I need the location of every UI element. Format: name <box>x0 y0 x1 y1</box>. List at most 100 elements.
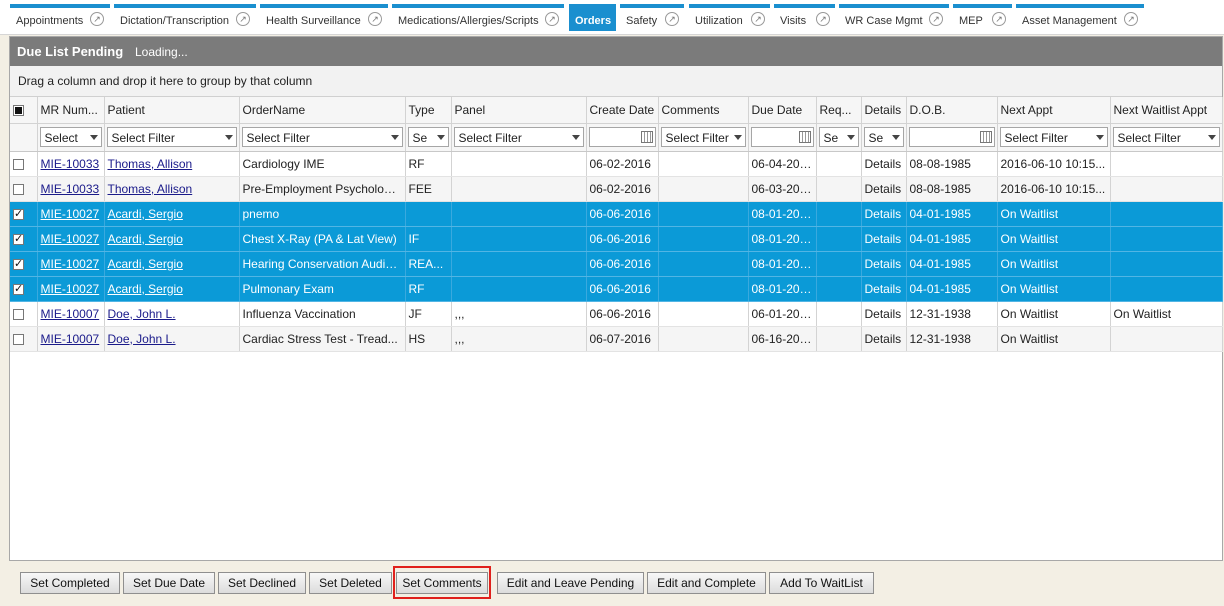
patient-link[interactable]: Acardi, Sergio <box>108 257 183 271</box>
popout-arrow-icon[interactable]: ↗ <box>665 12 679 26</box>
filter-due-date[interactable] <box>750 127 814 147</box>
calendar-icon[interactable] <box>640 131 653 143</box>
edit-leave-pending-button[interactable]: Edit and Leave Pending <box>497 572 644 594</box>
tab-appointments[interactable]: Appointments ↗ <box>10 4 110 31</box>
tab-mep[interactable]: MEP ↗ <box>953 4 1012 31</box>
filter-panel[interactable]: Select Filter <box>453 127 584 147</box>
tab-dictation-transcription[interactable]: Dictation/Transcription ↗ <box>114 4 256 31</box>
filter-create-date[interactable] <box>588 127 656 147</box>
row-checkbox[interactable] <box>13 183 24 195</box>
mr-number-link[interactable]: MIE-10033 <box>41 157 100 171</box>
patient-link[interactable]: Thomas, Allison <box>108 157 193 171</box>
group-drop-zone[interactable]: Drag a column and drop it here to group … <box>10 66 1222 97</box>
popout-arrow-icon[interactable]: ↗ <box>1124 12 1138 26</box>
tab-medications-allergies-scripts[interactable]: Medications/Allergies/Scripts ↗ <box>392 4 564 31</box>
column-header-panel[interactable]: Panel <box>451 97 587 124</box>
calendar-icon[interactable] <box>798 131 811 143</box>
select-all-checkbox[interactable] <box>13 105 24 117</box>
tab-health-surveillance[interactable]: Health Surveillance ↗ <box>260 4 388 31</box>
filter-dob[interactable] <box>908 127 995 147</box>
patient-link[interactable]: Doe, John L. <box>108 307 176 321</box>
add-to-waitlist-button[interactable]: Add To WaitList <box>769 572 874 594</box>
cell-details[interactable]: Details <box>861 276 907 302</box>
patient-link[interactable]: Acardi, Sergio <box>108 282 183 296</box>
mr-number-link[interactable]: MIE-10007 <box>41 332 100 346</box>
filter-mr-num[interactable]: Select <box>39 127 102 147</box>
popout-arrow-icon[interactable]: ↗ <box>236 12 250 26</box>
cell-details[interactable]: Details <box>861 251 907 277</box>
mr-number-link[interactable]: MIE-10027 <box>41 232 100 246</box>
filter-comments[interactable]: Select Filter <box>660 127 746 147</box>
row-checkbox[interactable] <box>13 158 24 170</box>
tab-orders[interactable]: Orders <box>569 4 616 31</box>
row-checkbox[interactable] <box>13 257 24 270</box>
table-row[interactable]: MIE-10027 Acardi, Sergio Hearing Conservat… <box>10 251 1223 277</box>
column-header-type[interactable]: Type <box>405 97 452 124</box>
table-row[interactable]: MIE-10007 Doe, John L. Influenza Vaccinati… <box>10 301 1223 327</box>
column-header-req[interactable]: Req... <box>816 97 862 124</box>
column-header-create-date[interactable]: Create Date <box>586 97 659 124</box>
filter-req[interactable]: Se <box>818 127 859 147</box>
patient-link[interactable]: Thomas, Allison <box>108 182 193 196</box>
row-checkbox[interactable] <box>13 282 24 295</box>
row-checkbox[interactable] <box>13 333 24 345</box>
cell-details[interactable]: Details <box>861 226 907 252</box>
popout-arrow-icon[interactable]: ↗ <box>992 12 1006 26</box>
table-row[interactable]: MIE-10007 Doe, John L. Cardiac Stress Test… <box>10 326 1223 352</box>
cell-details[interactable]: Details <box>861 326 907 352</box>
tab-wr-case-mgmt[interactable]: WR Case Mgmt ↗ <box>839 4 949 31</box>
filter-details[interactable]: Se <box>863 127 904 147</box>
mr-number-link[interactable]: MIE-10033 <box>41 182 100 196</box>
popout-arrow-icon[interactable]: ↗ <box>545 12 559 26</box>
popout-arrow-icon[interactable]: ↗ <box>90 12 104 26</box>
cell-details[interactable]: Details <box>861 201 907 227</box>
column-header-patient[interactable]: Patient <box>104 97 240 124</box>
row-checkbox[interactable] <box>13 308 24 320</box>
patient-link[interactable]: Doe, John L. <box>108 332 176 346</box>
mr-number-link[interactable]: MIE-10027 <box>41 257 100 271</box>
tab-utilization[interactable]: Utilization ↗ <box>689 4 770 31</box>
column-header-mr-num[interactable]: MR Num... <box>37 97 105 124</box>
calendar-icon[interactable] <box>979 131 992 143</box>
mr-number-link[interactable]: MIE-10027 <box>41 207 100 221</box>
set-due-date-button[interactable]: Set Due Date <box>123 572 215 594</box>
column-header-next-waitlist-appt[interactable]: Next Waitlist Appt <box>1110 97 1223 124</box>
tab-asset-management[interactable]: Asset Management ↗ <box>1016 4 1144 31</box>
mr-number-link[interactable]: MIE-10027 <box>41 282 100 296</box>
column-header-due-date[interactable]: Due Date <box>748 97 817 124</box>
popout-arrow-icon[interactable]: ↗ <box>929 12 943 26</box>
filter-next-waitlist-appt[interactable]: Select Filter <box>1112 127 1220 147</box>
filter-next-appt[interactable]: Select Filter <box>999 127 1108 147</box>
table-row[interactable]: MIE-10027 Acardi, Sergio Chest X-Ray (PA &… <box>10 226 1223 252</box>
set-declined-button[interactable]: Set Declined <box>218 572 306 594</box>
column-header-details[interactable]: Details <box>861 97 907 124</box>
row-checkbox[interactable] <box>13 207 24 220</box>
mr-number-link[interactable]: MIE-10007 <box>41 307 100 321</box>
table-row[interactable]: MIE-10027 Acardi, Sergio pnemo 06-06-2016 08… <box>10 201 1223 227</box>
table-row[interactable]: MIE-10033 Thomas, Allison Pre-Employment P… <box>10 176 1223 202</box>
tab-safety[interactable]: Safety ↗ <box>620 4 684 31</box>
table-row[interactable]: MIE-10027 Acardi, Sergio Pulmonary ExamRF 0… <box>10 276 1223 302</box>
popout-arrow-icon[interactable]: ↗ <box>751 12 765 26</box>
cell-details[interactable]: Details <box>861 176 907 202</box>
filter-patient[interactable]: Select Filter <box>106 127 237 147</box>
popout-arrow-icon[interactable]: ↗ <box>816 12 830 26</box>
patient-link[interactable]: Acardi, Sergio <box>108 207 183 221</box>
tab-visits[interactable]: Visits ↗ <box>774 4 835 31</box>
column-header-next-appt[interactable]: Next Appt <box>997 97 1111 124</box>
edit-complete-button[interactable]: Edit and Complete <box>647 572 766 594</box>
cell-details[interactable]: Details <box>861 151 907 177</box>
set-completed-button[interactable]: Set Completed <box>20 572 120 594</box>
cell-details[interactable]: Details <box>861 301 907 327</box>
table-row[interactable]: MIE-10033 Thomas, Allison Cardiology IME RF… <box>10 151 1223 177</box>
patient-link[interactable]: Acardi, Sergio <box>108 232 183 246</box>
popout-arrow-icon[interactable]: ↗ <box>368 12 382 26</box>
column-header-dob[interactable]: D.O.B. <box>906 97 998 124</box>
set-deleted-button[interactable]: Set Deleted <box>309 572 392 594</box>
filter-type[interactable]: Se <box>407 127 449 147</box>
column-header-order-name[interactable]: OrderName <box>239 97 406 124</box>
filter-order-name[interactable]: Select Filter <box>241 127 403 147</box>
cell-next-waitlist <box>1110 251 1223 277</box>
column-header-comments[interactable]: Comments <box>658 97 749 124</box>
row-checkbox[interactable] <box>13 232 24 245</box>
